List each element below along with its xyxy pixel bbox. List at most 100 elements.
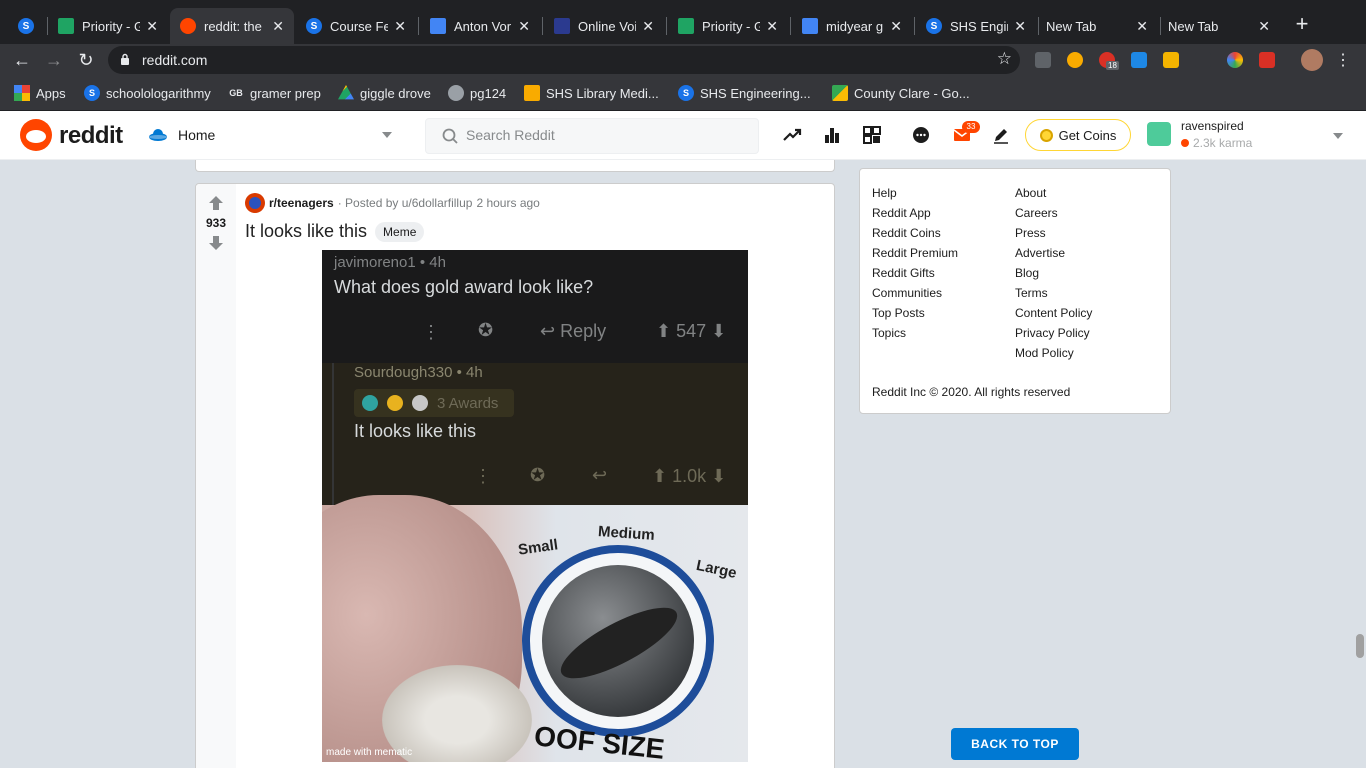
- footer-link-communities[interactable]: Communities: [872, 283, 958, 303]
- tab-0[interactable]: S: [8, 8, 48, 44]
- tab-1[interactable]: Priority - G ✕: [48, 8, 168, 44]
- footer-link-about[interactable]: About: [1015, 183, 1092, 203]
- bookmark-pg124[interactable]: pg124: [448, 85, 506, 101]
- tab-2[interactable]: reddit: the ✕: [170, 8, 294, 44]
- bookmark-gramer-prep[interactable]: GB gramer prep: [228, 85, 321, 101]
- reload-icon[interactable]: ↻: [74, 48, 98, 72]
- bookmark-apps[interactable]: Apps: [14, 85, 66, 101]
- search-input[interactable]: [466, 127, 746, 143]
- post-flair[interactable]: Meme: [375, 221, 425, 242]
- forward-arrow-icon[interactable]: →: [42, 48, 66, 72]
- tab-7[interactable]: midyear gr ✕: [792, 8, 912, 44]
- award-icon: ✪: [530, 465, 546, 485]
- footer-link-reddit-app[interactable]: Reddit App: [872, 203, 958, 223]
- feed-selector[interactable]: Home: [148, 119, 400, 151]
- reply-arrow-icon: ↩: [592, 465, 608, 485]
- bookmark-county-clare[interactable]: County Clare - Go...: [832, 85, 970, 101]
- get-coins-button[interactable]: Get Coins: [1025, 119, 1131, 151]
- swoosh-extension-icon[interactable]: [1259, 52, 1275, 68]
- upvote-icon: ⬆: [652, 466, 668, 486]
- avatar: [1147, 122, 1171, 146]
- downvote-arrow-icon[interactable]: [208, 235, 224, 251]
- bookmark-shs-engineering[interactable]: S SHS Engineering...: [678, 85, 811, 101]
- trending-icon[interactable]: [782, 125, 802, 145]
- close-icon[interactable]: ✕: [1014, 18, 1026, 35]
- crx-extension-icon[interactable]: [1035, 52, 1051, 68]
- bookmark-schoology[interactable]: S schoolologarithmy: [84, 85, 211, 101]
- upvote-arrow-icon[interactable]: [208, 195, 224, 211]
- tab-9[interactable]: New Tab ✕: [1036, 8, 1158, 44]
- new-tab-button[interactable]: +: [1290, 12, 1314, 36]
- search-icon: [442, 128, 458, 144]
- reply-arrow-icon: ↩: [540, 321, 556, 341]
- tab-8[interactable]: S SHS Engin ✕: [916, 8, 1036, 44]
- check-extension-icon[interactable]: [1131, 52, 1147, 68]
- footer-link-terms[interactable]: Terms: [1015, 283, 1092, 303]
- close-icon[interactable]: ✕: [518, 18, 530, 35]
- footer-link-reddit-coins[interactable]: Reddit Coins: [872, 223, 958, 243]
- footer-link-advertise[interactable]: Advertise: [1015, 243, 1092, 263]
- owl-extension-icon[interactable]: [1067, 52, 1083, 68]
- user-menu[interactable]: ravenspired 2.3k karma: [1147, 119, 1345, 151]
- browser-tab-strip: S Priority - G ✕ reddit: the ✕ S Course …: [0, 0, 1366, 44]
- tab-4[interactable]: Anton Vor ✕: [420, 8, 540, 44]
- chrome-menu-icon[interactable]: ⋮: [1335, 50, 1351, 70]
- tab-3[interactable]: S Course Fe ✕: [296, 8, 416, 44]
- profile-avatar[interactable]: [1301, 49, 1323, 71]
- s-icon: S: [306, 18, 322, 34]
- tab-6[interactable]: Priority - G ✕: [668, 8, 788, 44]
- footer-link-content-policy[interactable]: Content Policy: [1015, 303, 1092, 323]
- tab-5[interactable]: Online Voi ✕: [544, 8, 664, 44]
- footer-link-help[interactable]: Help: [872, 183, 958, 203]
- post-title[interactable]: It looks like this Meme: [245, 221, 425, 242]
- reddit-wordmark[interactable]: reddit: [59, 122, 123, 150]
- chevron-down-icon: [1333, 133, 1343, 139]
- color-extension-icon[interactable]: [1227, 52, 1243, 68]
- copyright-text: Reddit Inc © 2020. All rights reserved: [872, 385, 1071, 399]
- close-icon[interactable]: ✕: [890, 18, 902, 35]
- footer-link-press[interactable]: Press: [1015, 223, 1092, 243]
- post-image[interactable]: javimoreno1 • 4h What does gold award lo…: [322, 250, 748, 762]
- back-to-top-button[interactable]: BACK TO TOP: [951, 728, 1079, 760]
- downvote-icon: ⬇: [711, 321, 727, 341]
- close-icon[interactable]: ✕: [394, 18, 406, 35]
- box-extension-icon[interactable]: [1163, 52, 1179, 68]
- footer-link-topics[interactable]: Topics: [872, 323, 958, 343]
- posted-by[interactable]: · Posted by u/6dollarfillup: [338, 196, 473, 210]
- previous-post-card: [195, 160, 835, 172]
- chat-icon[interactable]: [911, 125, 931, 145]
- close-icon[interactable]: ✕: [146, 18, 158, 35]
- close-icon[interactable]: ✕: [766, 18, 778, 35]
- post-time[interactable]: 2 hours ago: [476, 196, 539, 210]
- post-meta: r/teenagers · Posted by u/6dollarfillup …: [245, 193, 540, 213]
- footer-link-reddit-premium[interactable]: Reddit Premium: [872, 243, 958, 263]
- bookmark-shs-library[interactable]: SHS Library Medi...: [524, 85, 659, 101]
- search-bar[interactable]: [425, 118, 759, 154]
- bookmark-star-icon[interactable]: ☆: [997, 49, 1012, 69]
- leaf-extension-icon[interactable]: [1195, 52, 1211, 68]
- back-arrow-icon[interactable]: ←: [10, 48, 34, 72]
- create-post-pencil-icon[interactable]: [991, 125, 1011, 145]
- footer-link-reddit-gifts[interactable]: Reddit Gifts: [872, 263, 958, 283]
- browser-toolbar: ← → ↻ reddit.com ☆ 18 ⋮: [0, 44, 1366, 76]
- subreddit-avatar[interactable]: [245, 193, 265, 213]
- bookmark-giggle-drove[interactable]: giggle drove: [338, 85, 431, 101]
- footer-link-mod-policy[interactable]: Mod Policy: [1015, 343, 1092, 363]
- drive-icon: [678, 18, 694, 34]
- address-bar[interactable]: reddit.com ☆: [108, 46, 1020, 74]
- close-icon[interactable]: ✕: [642, 18, 654, 35]
- reddit-logo-icon[interactable]: [20, 119, 52, 151]
- close-icon[interactable]: ✕: [272, 18, 284, 35]
- close-icon[interactable]: ✕: [1258, 18, 1270, 35]
- footer-link-careers[interactable]: Careers: [1015, 203, 1092, 223]
- footer-link-top-posts[interactable]: Top Posts: [872, 303, 958, 323]
- close-icon[interactable]: ✕: [1136, 18, 1148, 35]
- footer-link-blog[interactable]: Blog: [1015, 263, 1092, 283]
- subreddit-link[interactable]: r/teenagers: [269, 196, 334, 210]
- grid-icon[interactable]: [862, 125, 882, 145]
- gb-icon: GB: [229, 88, 243, 98]
- footer-link-privacy-policy[interactable]: Privacy Policy: [1015, 323, 1092, 343]
- stats-icon[interactable]: [822, 125, 842, 145]
- page-scrollbar-thumb[interactable]: [1356, 634, 1364, 658]
- tab-10[interactable]: New Tab ✕: [1158, 8, 1280, 44]
